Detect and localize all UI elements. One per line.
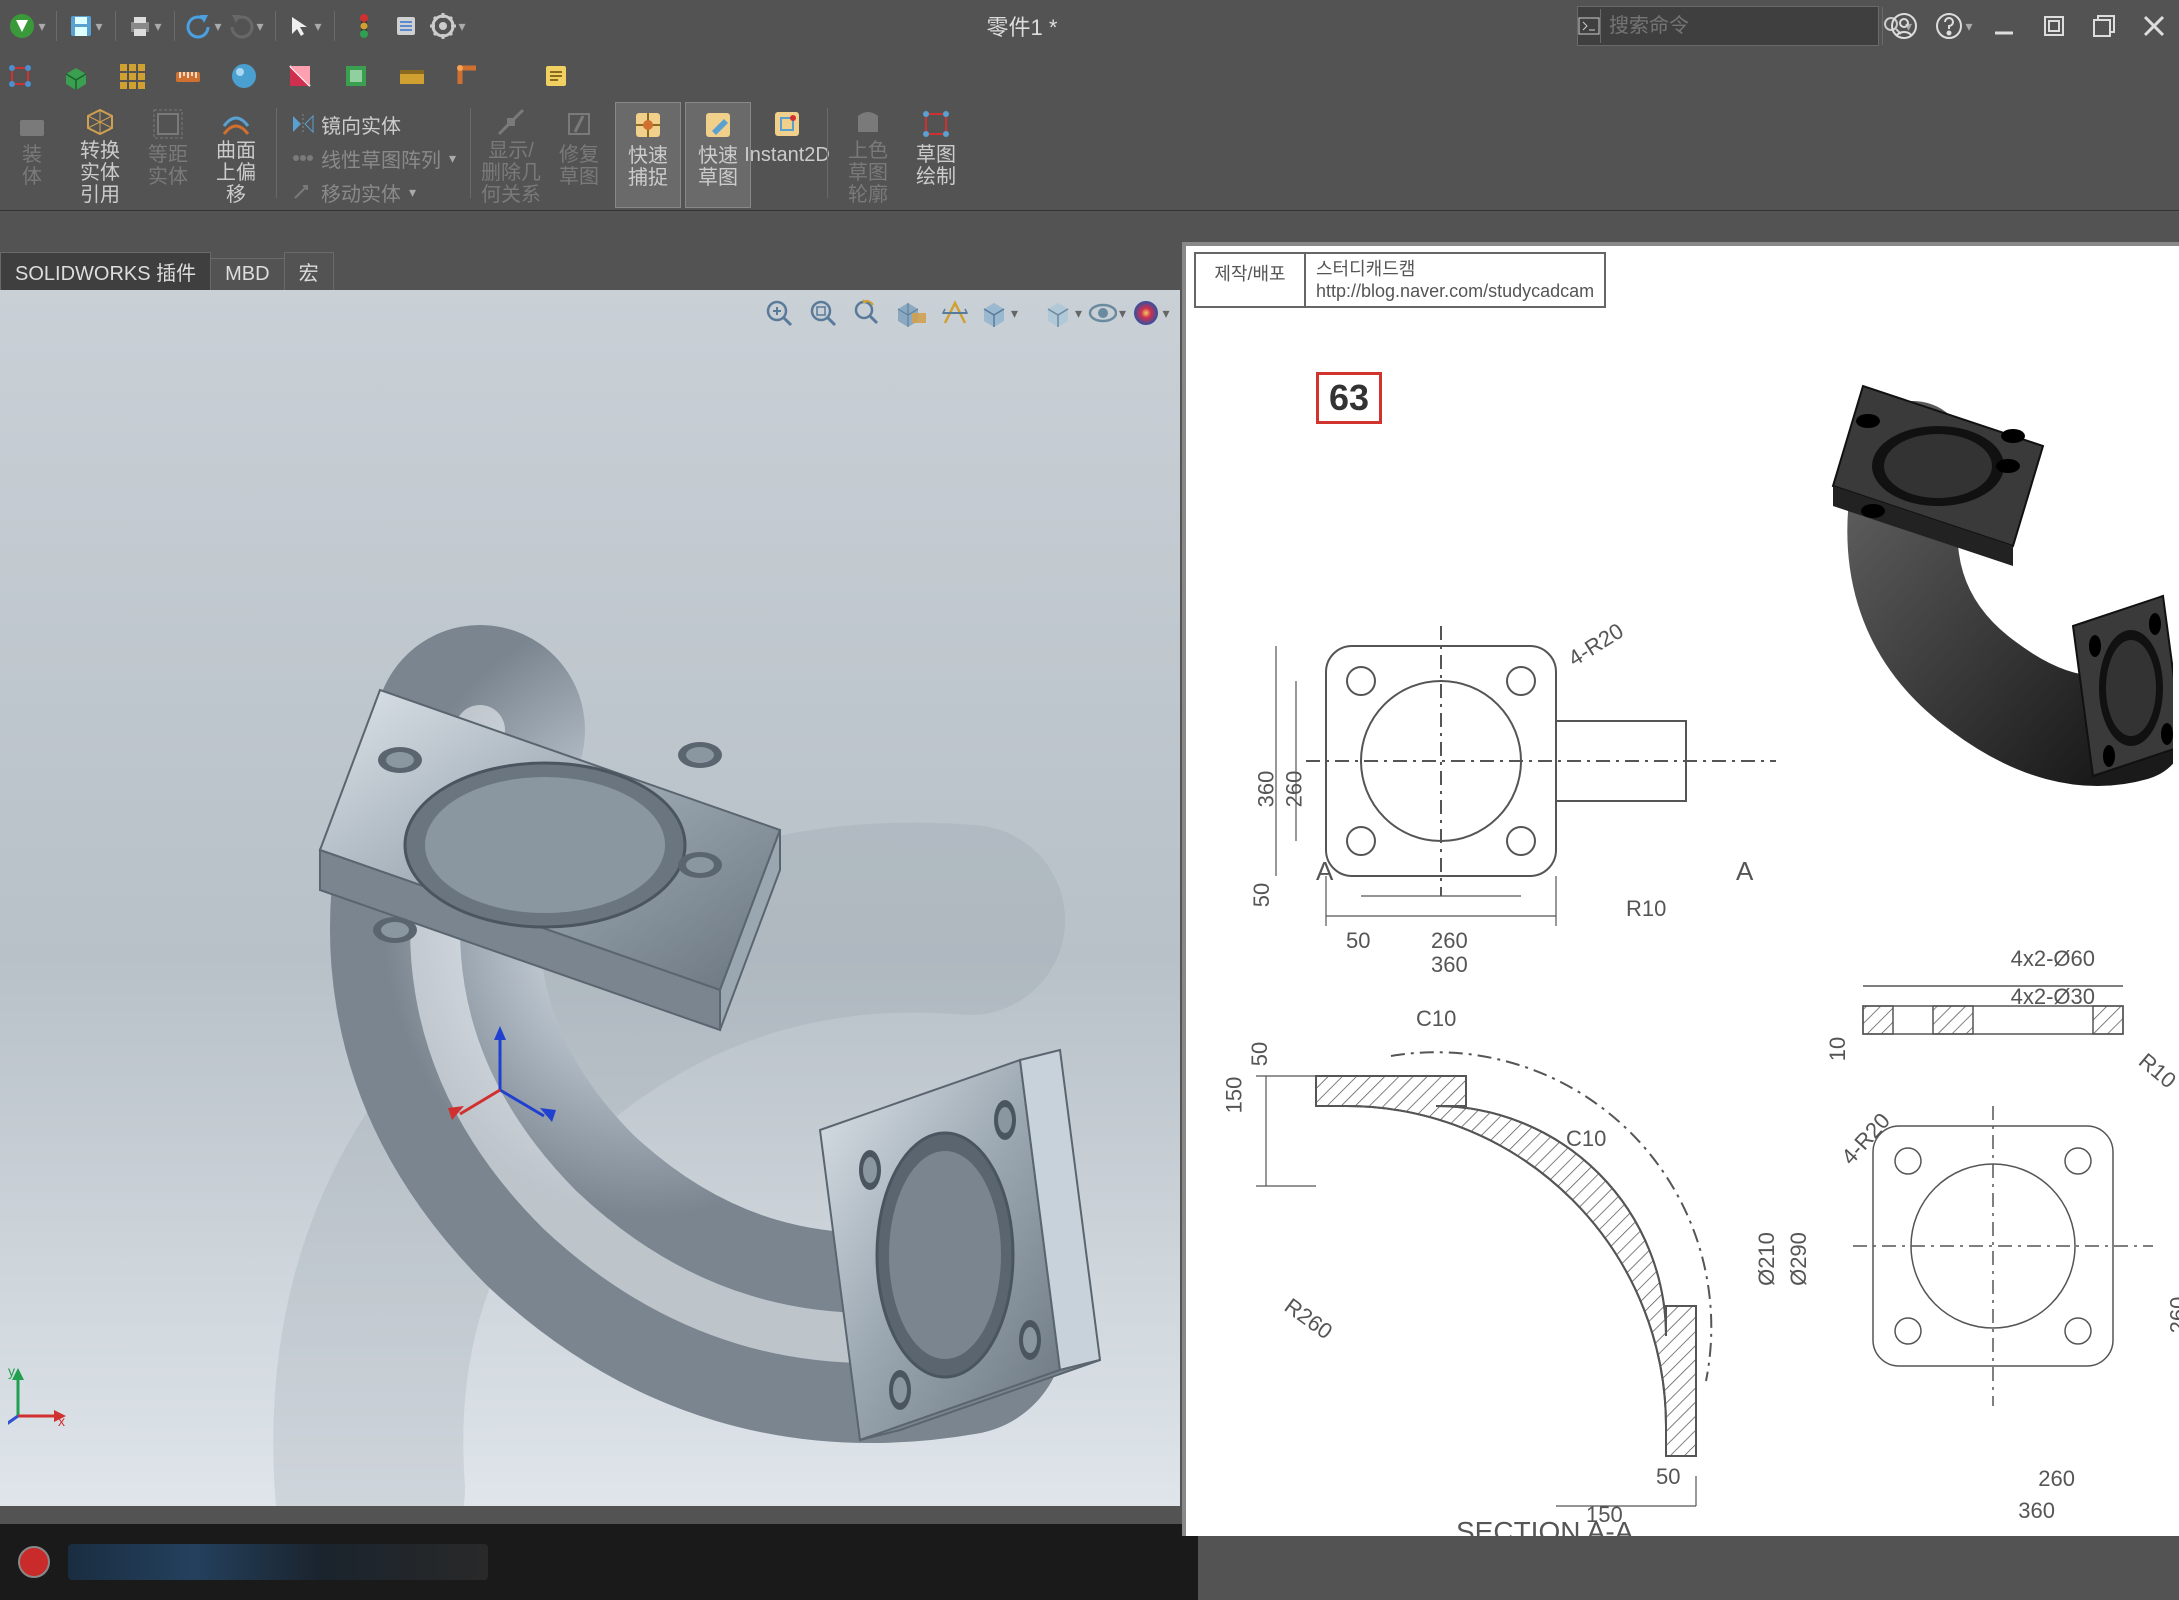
minimize-button[interactable] bbox=[1979, 0, 2029, 52]
reference-side-view bbox=[1813, 946, 2179, 1526]
ribbon-shaded-sketch-button: 上色草图轮廓 bbox=[836, 102, 900, 206]
ribbon-offset-entities-button: 等距实体 bbox=[136, 102, 200, 206]
ribbon-sketch-button[interactable]: 草图绘制 bbox=[904, 102, 968, 206]
ref-header-label: 제작/배포 bbox=[1196, 254, 1306, 306]
svg-text:y: y bbox=[8, 1366, 15, 1379]
pattern-button[interactable] bbox=[112, 56, 152, 96]
tab-mbd[interactable]: MBD bbox=[210, 258, 284, 290]
section-view-button[interactable] bbox=[280, 56, 320, 96]
measure-button[interactable] bbox=[168, 56, 208, 96]
command-search[interactable]: ▾ bbox=[1577, 6, 1879, 46]
model-render bbox=[0, 290, 1180, 1506]
ref-header-info: 스터디캐드캠http://blog.naver.com/studycadcam bbox=[1306, 254, 1604, 306]
extrude-button[interactable] bbox=[56, 56, 96, 96]
user-account-button[interactable] bbox=[1879, 0, 1929, 52]
quick-access-toolbar: ▾ ▾ ▾ ▾ ▾ ▾ ▾ bbox=[0, 7, 467, 45]
rebuild-button[interactable] bbox=[345, 7, 383, 45]
save-button[interactable]: ▾ bbox=[67, 7, 105, 45]
reference-header: 제작/배포 스터디캐드캠http://blog.naver.com/studyc… bbox=[1194, 252, 1606, 308]
restore-down-button[interactable] bbox=[2029, 0, 2079, 52]
record-indicator-icon bbox=[18, 1546, 50, 1578]
note-button[interactable] bbox=[536, 56, 576, 96]
orientation-triad[interactable]: y x bbox=[8, 1366, 68, 1426]
ribbon-move-entities-button: 移动实体▾ bbox=[285, 176, 462, 208]
status-bar bbox=[0, 1524, 1198, 1600]
help-button[interactable]: ▾ bbox=[1929, 0, 1979, 52]
tab-macro[interactable]: 宏 bbox=[284, 252, 334, 290]
undo-button[interactable]: ▾ bbox=[185, 7, 223, 45]
graphics-viewport[interactable]: ▾ ▾ ▾ ▾ bbox=[0, 290, 1180, 1506]
document-properties-button[interactable] bbox=[387, 7, 425, 45]
document-title: 零件1 * bbox=[467, 10, 1577, 42]
app-menu-button[interactable]: ▾ bbox=[8, 7, 46, 45]
redo-button[interactable]: ▾ bbox=[227, 7, 265, 45]
command-search-input[interactable] bbox=[1601, 15, 1882, 38]
command-manager-tabs: SOLIDWORKS 插件 MBD 宏 bbox=[0, 256, 333, 290]
options-button[interactable]: ▾ bbox=[429, 7, 467, 45]
material-button[interactable] bbox=[336, 56, 376, 96]
features-toolbar bbox=[0, 52, 2179, 100]
close-button[interactable] bbox=[2129, 0, 2179, 52]
sketch-button[interactable] bbox=[0, 56, 40, 96]
ribbon-surface-offset-button[interactable]: 曲面上偏移 bbox=[204, 102, 268, 206]
ribbon-assembly-button: 装体 bbox=[0, 102, 64, 206]
ribbon-instant2d-button[interactable]: Instant2D bbox=[755, 102, 819, 206]
ribbon-repair-sketch-button: 修复草图 bbox=[547, 102, 611, 206]
select-button[interactable]: ▾ bbox=[286, 7, 324, 45]
command-search-prefix-icon bbox=[1578, 9, 1601, 43]
tab-solidworks-addins[interactable]: SOLIDWORKS 插件 bbox=[0, 252, 211, 290]
weldment-button[interactable] bbox=[448, 56, 488, 96]
maximize-button[interactable] bbox=[2079, 0, 2129, 52]
reference-iso-render bbox=[1753, 306, 2173, 826]
timeline-preview bbox=[68, 1544, 488, 1580]
flatten-button[interactable] bbox=[392, 56, 432, 96]
title-bar: ▾ ▾ ▾ ▾ ▾ ▾ ▾ 零件1 * ▾ ▾ bbox=[0, 0, 2179, 52]
ribbon: 装体 转换实体引用 等距实体 曲面上偏移 镜向实体 线性草图阵列▾ 移动实体▾ … bbox=[0, 100, 2179, 211]
ribbon-convert-entities-button[interactable]: 转换实体引用 bbox=[68, 102, 132, 206]
reference-drawing-panel: 제작/배포 스터디캐드캠http://blog.naver.com/studyc… bbox=[1182, 242, 2179, 1536]
ribbon-mirror-entities-button[interactable]: 镜向实体 bbox=[285, 108, 462, 140]
ribbon-quick-snap-button[interactable]: 快速捕捉 bbox=[615, 102, 681, 208]
appearance-button[interactable] bbox=[224, 56, 264, 96]
ribbon-sketch-tools-group: 镜向实体 线性草图阵列▾ 移动实体▾ bbox=[285, 102, 462, 208]
print-button[interactable]: ▾ bbox=[126, 7, 164, 45]
reference-drawing-number: 63 bbox=[1316, 372, 1382, 424]
reference-section-view bbox=[1206, 986, 1786, 1526]
ribbon-linear-pattern-button: 线性草图阵列▾ bbox=[285, 142, 462, 174]
svg-text:x: x bbox=[58, 1413, 65, 1426]
ribbon-display-relations-button: 显示/删除几何关系 bbox=[479, 102, 543, 206]
ribbon-rapid-sketch-button[interactable]: 快速草图 bbox=[685, 102, 751, 208]
